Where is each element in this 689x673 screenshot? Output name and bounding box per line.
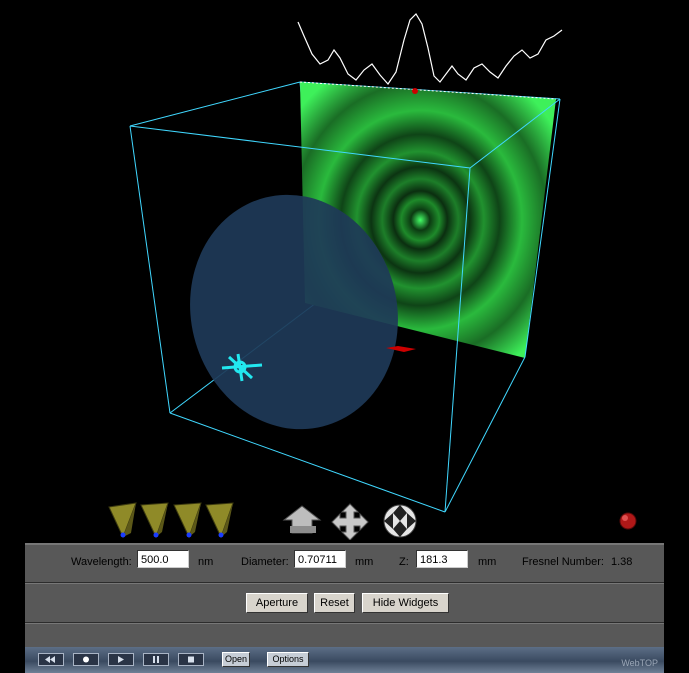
diameter-label: Diameter: — [241, 556, 289, 568]
status-row — [25, 623, 664, 648]
z-input[interactable]: 181.3 — [416, 550, 468, 568]
play-button[interactable] — [108, 653, 134, 666]
rewind-button[interactable] — [38, 653, 64, 666]
wavelength-label: Wavelength: — [71, 556, 132, 568]
fresnel-number-value: 1.38 — [611, 556, 633, 568]
wavelength-input[interactable]: 500.0 — [137, 550, 189, 568]
translate-up-icon[interactable] — [282, 505, 322, 534]
record-indicator-icon[interactable] — [619, 512, 637, 530]
control-panel: Wavelength: 500.0 nm Diameter: 0.70711 m… — [25, 543, 664, 649]
trace-marker[interactable] — [412, 88, 418, 94]
z-unit: mm — [478, 556, 497, 568]
cone-widget-2[interactable] — [140, 502, 169, 539]
3d-scene-view[interactable] — [0, 0, 689, 540]
open-button[interactable]: Open — [222, 652, 250, 667]
diameter-unit: mm — [355, 556, 374, 568]
playback-toolbar: Open Options WebTOP — [25, 647, 664, 673]
buttons-row: Aperture Reset Hide Widgets — [25, 583, 664, 623]
z-label: Z: — [399, 556, 409, 568]
wavelength-unit: nm — [198, 556, 214, 568]
reset-button[interactable]: Reset — [314, 593, 355, 613]
record-button[interactable] — [73, 653, 99, 666]
cone-widget-1[interactable] — [108, 502, 137, 539]
stop-button[interactable] — [178, 653, 204, 666]
diameter-input[interactable]: 0.70711 — [294, 550, 346, 568]
cone-widget-3[interactable] — [173, 502, 202, 539]
hide-widgets-button[interactable]: Hide Widgets — [362, 593, 449, 613]
rotate-sphere-icon[interactable] — [383, 504, 417, 538]
aperture-button[interactable]: Aperture — [246, 593, 308, 613]
cone-widget-4[interactable] — [205, 502, 234, 539]
intensity-profile-trace — [297, 13, 563, 85]
pause-button[interactable] — [143, 653, 169, 666]
parameters-row: Wavelength: 500.0 nm Diameter: 0.70711 m… — [25, 545, 664, 583]
webtop-brand-logo: WebTOP — [621, 658, 658, 668]
fresnel-number-label: Fresnel Number: — [522, 556, 604, 568]
translate-cross-icon[interactable] — [331, 503, 369, 540]
options-button[interactable]: Options — [267, 652, 309, 667]
